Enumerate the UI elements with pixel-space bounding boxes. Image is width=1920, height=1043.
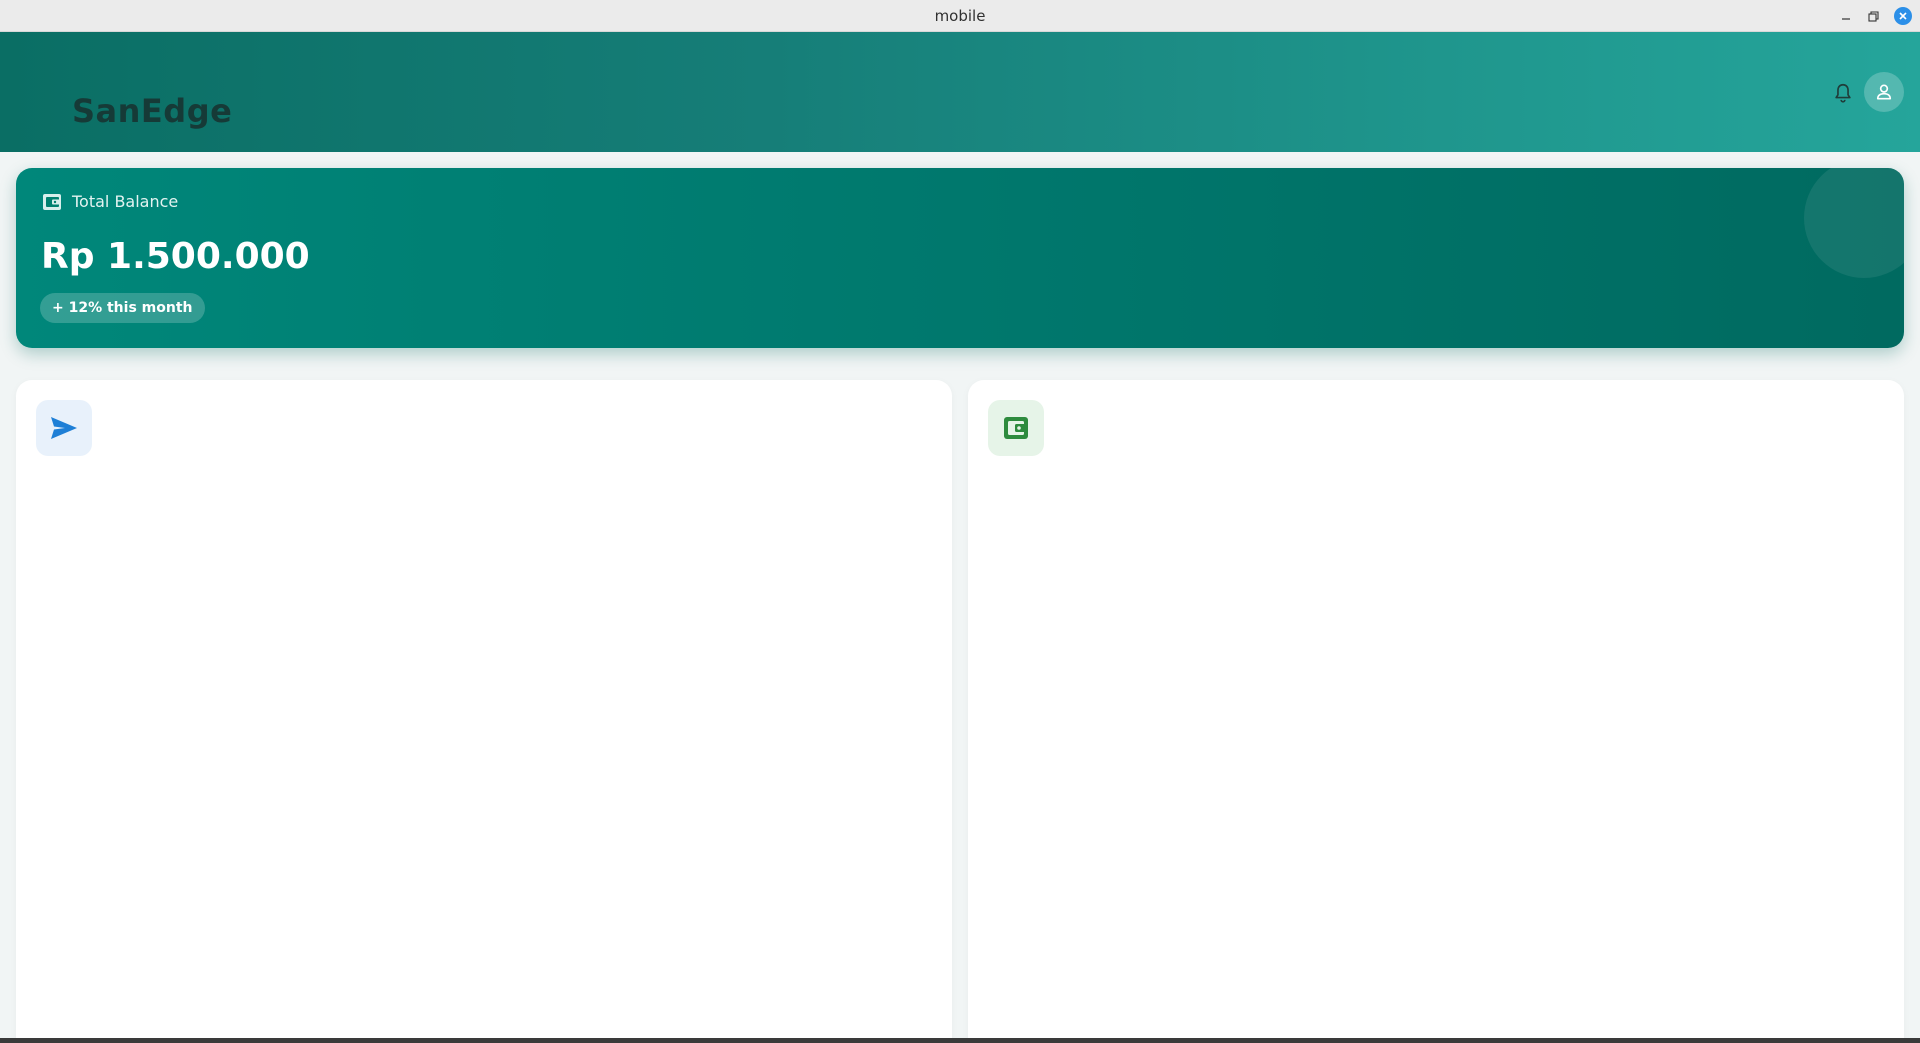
close-button[interactable]	[1894, 7, 1912, 25]
send-icon-box	[36, 400, 92, 456]
total-balance-card: Total Balance Rp 1.500.000 + 12% this mo…	[16, 168, 1904, 348]
app-title: SanEdge	[72, 92, 233, 130]
close-icon	[1899, 12, 1907, 20]
decorative-circle	[1804, 168, 1904, 278]
profile-avatar-button[interactable]	[1864, 72, 1904, 112]
total-balance-amount: Rp 1.500.000	[41, 236, 310, 277]
wallet-card[interactable]	[968, 380, 1904, 1043]
restore-button[interactable]	[1864, 7, 1882, 25]
app-header: SanEdge	[0, 32, 1920, 152]
minimize-button[interactable]	[1837, 7, 1855, 25]
wallet-icon	[1004, 417, 1028, 439]
wallet-icon-box	[988, 400, 1044, 456]
send-card[interactable]	[16, 380, 952, 1043]
wallet-icon	[43, 193, 61, 210]
bottom-edge	[0, 1038, 1920, 1043]
balance-label-row: Total Balance	[42, 192, 178, 211]
monthly-growth-badge: + 12% this month	[40, 293, 205, 323]
window-title: mobile	[934, 7, 986, 25]
minimize-icon	[1842, 18, 1850, 20]
bell-icon	[1835, 83, 1851, 103]
restore-icon	[1867, 10, 1879, 22]
notification-button[interactable]	[1832, 82, 1854, 104]
total-balance-label: Total Balance	[72, 192, 179, 211]
user-icon	[1876, 84, 1892, 100]
send-icon	[51, 417, 77, 439]
window-titlebar: mobile	[0, 0, 1920, 32]
